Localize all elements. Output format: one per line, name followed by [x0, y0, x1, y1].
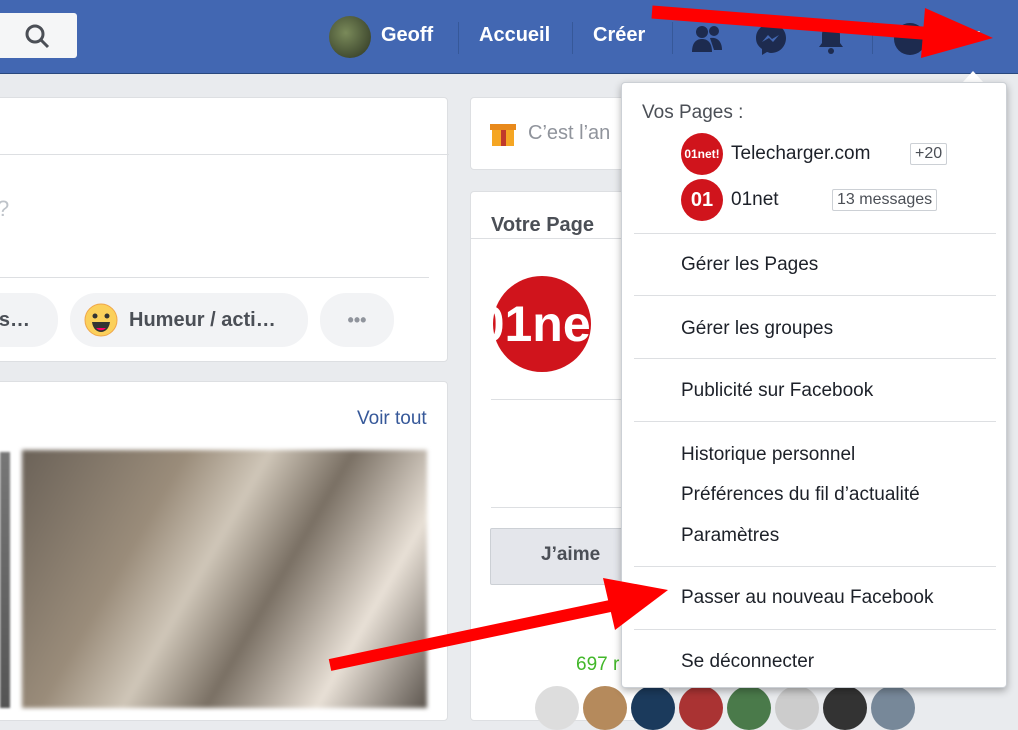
page-logo: 01 [681, 179, 723, 221]
help-icon[interactable] [893, 22, 927, 56]
search-icon [25, 24, 50, 49]
avatar[interactable] [727, 686, 771, 730]
photo-label: s… [0, 308, 30, 331]
page-name: Telecharger.com [731, 143, 871, 164]
menu-manage-pages[interactable]: Gérer les Pages [681, 254, 818, 276]
composer-input[interactable]: ? [0, 196, 9, 222]
avatar[interactable] [679, 686, 723, 730]
your-page-title: Votre Page [491, 214, 594, 236]
page-item-01net[interactable]: 01 01net 13 messages [681, 179, 1018, 221]
page-logo[interactable]: 01net [477, 276, 607, 372]
menu-news-feed-preferences[interactable]: Préférences du fil d’actualité [681, 484, 920, 506]
page-name: 01net [731, 189, 779, 210]
avatar[interactable] [631, 686, 675, 730]
gift-icon [490, 124, 516, 146]
photo-video-button[interactable]: s… [0, 293, 58, 347]
create-link[interactable]: Créer [593, 24, 645, 47]
bell-icon[interactable] [814, 22, 848, 56]
avatar[interactable] [535, 686, 579, 730]
messenger-icon[interactable] [754, 22, 788, 56]
divider [672, 22, 673, 54]
menu-advertising[interactable]: Publicité sur Facebook [681, 380, 873, 402]
notification-badge: +20 [910, 143, 948, 165]
more-options-button[interactable]: ••• [320, 293, 394, 347]
story-thumbnail[interactable] [0, 452, 10, 708]
divider [872, 22, 873, 54]
top-navbar: Geoff Accueil Créer [0, 0, 1018, 74]
friends-icon[interactable] [690, 22, 724, 56]
profile-link[interactable]: Geoff [381, 24, 433, 47]
pages-heading: Vos Pages : [642, 102, 744, 123]
avatar[interactable] [329, 16, 371, 58]
menu-activity-log[interactable]: Historique personnel [681, 444, 855, 466]
mood-activity-button[interactable]: Humeur / acti… [70, 293, 308, 347]
messages-badge: 13 messages [832, 189, 938, 211]
avatar[interactable] [583, 686, 627, 730]
page-item-telecharger[interactable]: 01net! Telecharger.com +20 [681, 133, 1018, 175]
menu-manage-groups[interactable]: Gérer les groupes [681, 318, 833, 340]
menu-settings[interactable]: Paramètres [681, 525, 779, 547]
account-dropdown-menu: Vos Pages : 01net! Telecharger.com +20 0… [621, 82, 1007, 688]
home-link[interactable]: Accueil [479, 24, 550, 47]
likes-count: 697 r [576, 654, 620, 675]
mood-label: Humeur / acti… [129, 308, 276, 331]
more-icon: ••• [347, 309, 367, 330]
divider [458, 22, 459, 54]
avatar[interactable] [775, 686, 819, 730]
page-logo: 01net! [681, 133, 723, 175]
see-all-link[interactable]: Voir tout [357, 408, 427, 430]
menu-logout[interactable]: Se déconnecter [681, 651, 814, 673]
avatar[interactable] [871, 686, 915, 730]
friend-avatars [535, 686, 1005, 730]
search-button[interactable] [0, 13, 77, 58]
caret-down-icon[interactable] [963, 30, 981, 42]
divider [572, 22, 573, 54]
smiley-icon [84, 303, 118, 337]
avatar[interactable] [823, 686, 867, 730]
story-thumbnail[interactable] [22, 450, 427, 708]
birthday-text[interactable]: C’est l’an [528, 122, 610, 145]
menu-switch-new-facebook[interactable]: Passer au nouveau Facebook [681, 587, 933, 609]
